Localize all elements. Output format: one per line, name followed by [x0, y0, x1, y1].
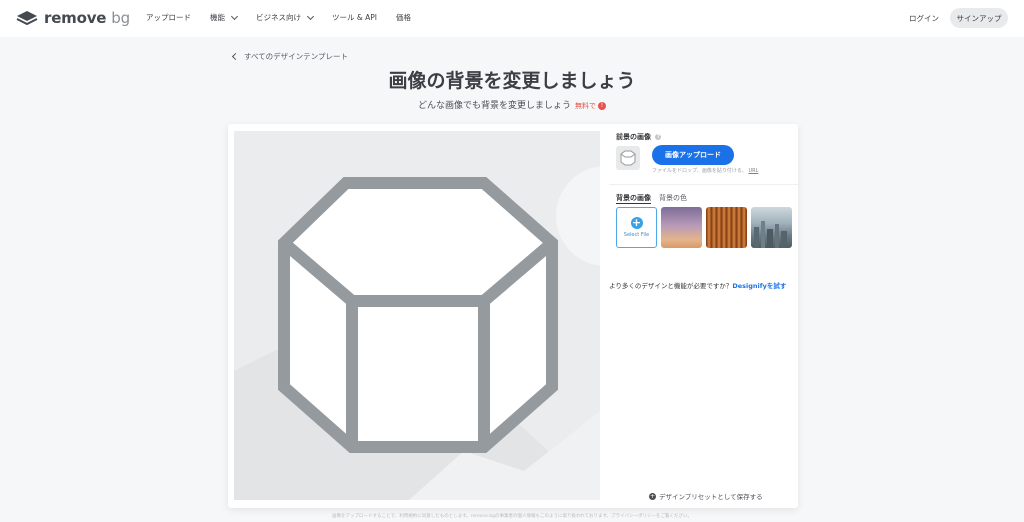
save-preset-label: デザインプリセットとして保存する — [659, 493, 763, 501]
back-link-label: すべてのデザインテンプレート — [244, 52, 348, 61]
editor-card: 前景の画像 ? 画像アップロード ファイルをドロップ、画像を貼り付ける、 URL… — [228, 124, 798, 508]
plus-circle-icon: + — [630, 216, 643, 229]
signup-button[interactable]: サインアップ — [950, 8, 1008, 28]
select-file-label: Select File — [623, 232, 650, 238]
plus-circle-icon: + — [649, 492, 656, 500]
divider — [609, 184, 798, 185]
save-preset-button[interactable]: + デザインプリセットとして保存する — [649, 491, 763, 501]
background-thumbnails: + Select File — [616, 207, 792, 248]
background-option-city[interactable] — [751, 207, 792, 248]
help-icon[interactable]: ? — [655, 134, 662, 140]
designify-link[interactable]: Designifyを試す — [732, 282, 786, 290]
nav-item-upload[interactable]: アップロード — [146, 12, 191, 23]
nav-item-business[interactable]: ビジネス向け — [256, 12, 315, 23]
chevron-down-icon — [230, 12, 239, 20]
foreground-thumbnail[interactable] — [616, 146, 640, 170]
brand-name: remove bg — [44, 9, 130, 27]
brand-logo[interactable]: remove bg — [16, 9, 130, 27]
background-tabs: 背景の画像 背景の色 — [616, 193, 687, 204]
url-link[interactable]: URL — [748, 168, 758, 174]
settings-panel: 前景の画像 ? 画像アップロード ファイルをドロップ、画像を貼り付ける、 URL… — [609, 124, 798, 508]
subtitle-text: どんな画像でも背景を変更しましょう — [417, 101, 571, 111]
top-navigation-bar: remove bg アップロード 機能 ビジネス向け ツール & API 価格 … — [0, 0, 1024, 37]
foreground-section-label: 前景の画像 ? — [616, 133, 662, 141]
background-option-wood[interactable] — [706, 207, 747, 248]
designify-promo: より多くのデザインと機能が必要ですか？Designifyを試す — [609, 282, 787, 290]
terms-footnote: 画像をアップロードすることで、利用規約に同意したものとします。remove.bg… — [332, 514, 692, 519]
upload-image-button[interactable]: 画像アップロード — [652, 145, 734, 165]
page-subtitle: どんな画像でも背景を変更しましょう 無料で! — [0, 98, 1024, 111]
login-link[interactable]: ログイン — [909, 13, 939, 24]
info-icon[interactable]: ! — [598, 101, 606, 110]
chevron-left-icon — [231, 52, 240, 61]
nav-item-features[interactable]: 機能 — [210, 12, 239, 23]
tab-background-image[interactable]: 背景の画像 — [616, 193, 651, 204]
box-icon — [620, 150, 636, 166]
main-nav: アップロード 機能 ビジネス向け ツール & API 価格 — [146, 12, 411, 23]
nav-item-pricing[interactable]: 価格 — [396, 12, 411, 23]
drop-hint: ファイルをドロップ、画像を貼り付ける、 URL — [652, 168, 759, 174]
city-image — [754, 221, 787, 248]
select-file-button[interactable]: + Select File — [616, 207, 657, 248]
back-link[interactable]: すべてのデザインテンプレート — [231, 51, 348, 62]
tab-background-color[interactable]: 背景の色 — [659, 193, 687, 204]
page-title: 画像の背景を変更しましょう — [388, 70, 636, 92]
free-badge: 無料で — [575, 102, 596, 110]
image-preview — [234, 131, 600, 500]
background-option-sunset[interactable] — [661, 207, 702, 248]
chevron-down-icon — [306, 12, 315, 20]
hexagon-box-icon — [234, 166, 600, 500]
layers-icon — [16, 11, 38, 26]
nav-item-tools-api[interactable]: ツール & API — [332, 12, 377, 23]
